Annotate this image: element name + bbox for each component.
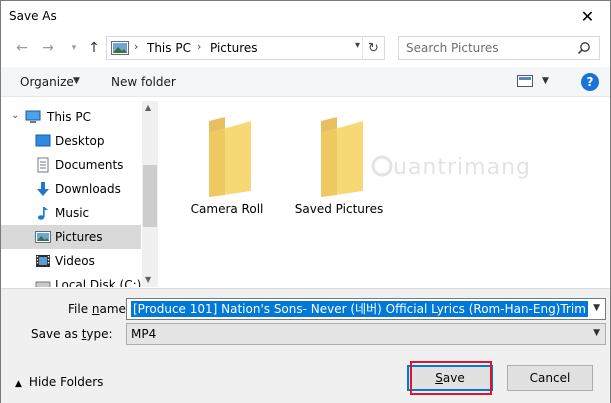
new-folder-button[interactable]: New folder: [111, 75, 176, 89]
sidebar-item-this-pc[interactable]: ⌄ This PC: [1, 105, 141, 129]
sidebar-item-label: Local Disk (C:): [55, 278, 141, 287]
navigation-pane: ⌄ This PC Desktop Documents Downloads Mu…: [1, 101, 158, 287]
folder-icon: [321, 117, 363, 197]
sidebar-item-label: Pictures: [55, 230, 103, 244]
arrow-left-icon: ←: [16, 40, 28, 56]
watermark: uantrimang: [371, 155, 571, 185]
scrollbar-thumb[interactable]: [143, 165, 157, 227]
scroll-up-icon[interactable]: ▲: [145, 103, 151, 112]
hide-folders-label: Hide Folders: [28, 375, 104, 389]
sidebar-item-documents[interactable]: Documents: [1, 153, 141, 177]
save-as-dialog: Save As ✕ ← → ▾ ↑ › This PC › Pictures ▾…: [0, 0, 611, 403]
sidebar-item-label: Videos: [55, 254, 95, 268]
recent-locations-button[interactable]: ▾: [65, 39, 83, 57]
address-bar[interactable]: › This PC › Pictures ▾ ↻: [106, 36, 385, 60]
watermark-text: uantrimang: [393, 155, 531, 180]
breadcrumb-separator-icon: ›: [197, 40, 202, 53]
folder-label: Saved Pictures: [294, 202, 384, 216]
desktop-icon: [35, 134, 51, 147]
file-name-label-prefix: File: [68, 302, 92, 316]
file-name-input[interactable]: [Produce 101] Nation's Sons- Never (네버) …: [131, 301, 588, 317]
back-button[interactable]: ←: [13, 39, 31, 57]
hide-folders-button[interactable]: ▲ Hide Folders: [15, 375, 103, 389]
breadcrumb-pictures[interactable]: Pictures: [210, 41, 258, 55]
command-bar: Organize ▼ New folder ▼ ?: [1, 67, 610, 97]
cancel-button[interactable]: Cancel: [507, 365, 593, 391]
up-button[interactable]: ↑: [85, 39, 103, 57]
sidebar-item-label: This PC: [47, 110, 91, 124]
file-list-pane: uantrimang Camera Roll Saved Pictures: [159, 101, 610, 287]
download-icon: [37, 182, 49, 196]
save-as-type-label-suffix: ype:: [86, 327, 113, 341]
chevron-down-icon: ▾: [71, 43, 77, 53]
sidebar-item-desktop[interactable]: Desktop: [1, 129, 141, 153]
pictures-icon: [35, 231, 51, 243]
chevron-down-icon[interactable]: ▼: [542, 76, 549, 86]
close-button[interactable]: ✕: [565, 1, 610, 31]
computer-icon: [25, 110, 41, 123]
save-options-area: File name: [Produce 101] Nation's Sons- …: [1, 288, 610, 403]
chevron-down-icon[interactable]: ⌄: [11, 110, 19, 121]
search-box[interactable]: Search Pictures: [398, 36, 600, 60]
sidebar-item-label: Music: [55, 206, 90, 220]
folder-item-camera-roll[interactable]: Camera Roll: [177, 111, 277, 221]
music-icon: [38, 207, 48, 220]
save-as-type-label: Save as type:: [31, 327, 113, 341]
cancel-button-label: Cancel: [529, 371, 571, 385]
refresh-icon: ↻: [368, 40, 379, 56]
folder-label: Camera Roll: [190, 202, 264, 216]
save-button-highlight: [410, 361, 492, 395]
arrow-up-icon: ↑: [88, 40, 100, 56]
chevron-down-icon[interactable]: ▼: [593, 328, 600, 338]
breadcrumb-this-pc[interactable]: This PC: [147, 41, 191, 55]
view-options-icon[interactable]: [517, 74, 533, 88]
videos-icon: [36, 255, 50, 267]
chevron-down-icon[interactable]: ▼: [593, 303, 600, 313]
sidebar-item-pictures[interactable]: Pictures: [1, 225, 141, 249]
folder-item-saved-pictures[interactable]: Saved Pictures: [289, 111, 389, 221]
sidebar-item-music[interactable]: Music: [1, 201, 141, 225]
sidebar-item-label: Downloads: [55, 182, 121, 196]
organize-button[interactable]: Organize: [20, 75, 74, 89]
file-name-field[interactable]: [Produce 101] Nation's Sons- Never (네버) …: [126, 298, 606, 320]
scroll-down-icon[interactable]: ▼: [145, 275, 151, 284]
sidebar-item-label: Desktop: [55, 134, 105, 148]
sidebar-item-videos[interactable]: Videos: [1, 249, 141, 273]
save-as-type-value: MP4: [131, 327, 157, 341]
help-icon[interactable]: ?: [581, 73, 599, 91]
window-title: Save As: [9, 9, 57, 23]
sidebar-item-label: Documents: [55, 158, 124, 172]
navigation-pane-scrollbar[interactable]: ▲ ▼: [142, 101, 158, 287]
close-icon: ✕: [580, 6, 595, 26]
title-bar: Save As ✕: [1, 1, 610, 33]
disk-icon: [35, 281, 51, 287]
documents-icon: [37, 157, 49, 173]
forward-button[interactable]: →: [39, 39, 57, 57]
file-name-label-access-key: n: [91, 302, 100, 316]
breadcrumb-separator-icon: ›: [134, 40, 139, 53]
save-as-type-label-prefix: Save as: [31, 327, 82, 341]
refresh-button[interactable]: ↻: [362, 37, 384, 59]
chevron-down-icon[interactable]: ▼: [73, 76, 80, 86]
search-icon: [577, 42, 590, 55]
address-dropdown-icon[interactable]: ▾: [355, 40, 360, 51]
pictures-icon: [111, 41, 129, 55]
arrow-right-icon: →: [42, 40, 54, 56]
search-input[interactable]: Search Pictures: [406, 41, 499, 55]
sidebar-item-local-disk[interactable]: Local Disk (C:): [1, 273, 141, 287]
navigation-row: ← → ▾ ↑ › This PC › Pictures ▾ ↻ Search …: [1, 34, 610, 64]
sidebar-item-downloads[interactable]: Downloads: [1, 177, 141, 201]
folder-icon: [209, 117, 251, 197]
file-name-label: File name:: [68, 302, 130, 316]
chevron-up-icon: ▲: [15, 379, 22, 389]
save-as-type-select[interactable]: MP4 ▼: [126, 323, 606, 345]
